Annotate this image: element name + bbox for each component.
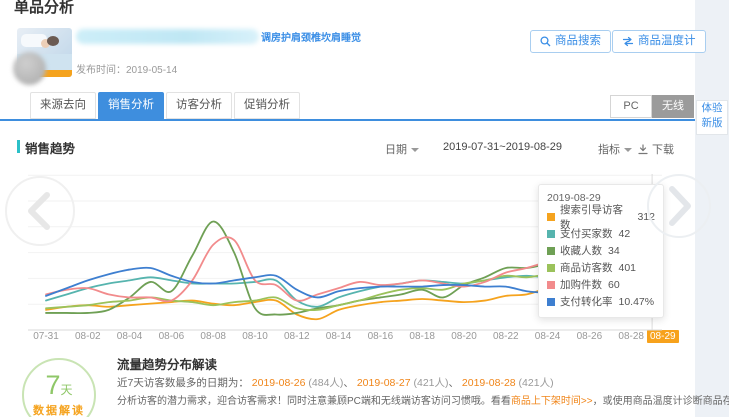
sales-trend-title: 销售趋势 bbox=[25, 138, 75, 157]
legend-swatch bbox=[547, 264, 555, 272]
chevron-down-icon bbox=[624, 148, 632, 152]
insight-badge: 7天 数据解读 bbox=[22, 358, 96, 417]
tooltip-metric-value: 34 bbox=[608, 245, 620, 257]
insight-line1-prefix: 近7天访客数最多的日期为： bbox=[117, 377, 249, 389]
avatar bbox=[13, 52, 46, 85]
tooltip-metric-label: 商品访客数 bbox=[560, 260, 613, 275]
try-new-version-button[interactable]: 体验 新版 bbox=[696, 100, 728, 135]
top-dates: 2019-08-26 (484人)、 2019-08-27 (421人)、 20… bbox=[249, 377, 554, 389]
tooltip-metric-value: 60 bbox=[608, 279, 620, 291]
tooltip-metric-value: 42 bbox=[619, 228, 631, 240]
tab-underline bbox=[0, 119, 695, 121]
carousel-prev-button[interactable] bbox=[2, 173, 78, 249]
thumbnail-art bbox=[47, 36, 59, 46]
top-date: 2019-08-26 bbox=[249, 377, 306, 389]
circle-outline bbox=[648, 175, 710, 237]
tooltip-metric-value: 10.47% bbox=[619, 296, 655, 308]
metric-filter-label: 指标 bbox=[598, 141, 620, 157]
tab-1[interactable]: 销售分析 bbox=[98, 92, 164, 119]
single-product-analysis-page: 体验 新版 单品分析 调房护肩颈椎坎肩睡觉 发布时间：2019-05-14 商品… bbox=[0, 0, 729, 417]
product-thermometer-label: 商品温度计 bbox=[638, 31, 696, 52]
tab-0[interactable]: 来源去向 bbox=[30, 92, 96, 119]
product-thermometer-button[interactable]: 商品温度计 bbox=[612, 30, 706, 53]
tooltip-row: 商品访客数 401 bbox=[547, 259, 655, 276]
thermometer-swap-icon bbox=[622, 36, 634, 47]
product-title-redacted-blur bbox=[76, 29, 259, 44]
badge-days-number: 7 bbox=[45, 370, 60, 400]
badge-caption: 数据解读 bbox=[24, 402, 94, 417]
download-button[interactable]: 下载 bbox=[638, 141, 674, 157]
top-date-count: (421人) bbox=[411, 377, 449, 389]
tooltip-metric-label: 收藏人数 bbox=[560, 243, 602, 258]
legend-swatch bbox=[547, 281, 555, 289]
insight-line2-part2: ，或使用商品温度计诊断商品存在什么问题吧。 bbox=[593, 396, 729, 407]
tooltip-row: 支付买家数 42 bbox=[547, 225, 655, 242]
section-marker bbox=[17, 140, 20, 153]
tab-bar: 来源去向销售分析访客分析促销分析 bbox=[30, 92, 302, 119]
tooltip-metric-label: 支付买家数 bbox=[560, 226, 613, 241]
chevron-left-icon bbox=[31, 195, 47, 227]
separator: 、 bbox=[449, 377, 460, 389]
publish-time-value: 2019-05-14 bbox=[126, 65, 177, 76]
circle-outline bbox=[6, 177, 74, 245]
tooltip-row: 支付转化率 10.47% bbox=[547, 293, 655, 310]
product-search-button[interactable]: 商品搜索 bbox=[530, 30, 611, 53]
product-title-link[interactable]: 调房护肩颈椎坎肩睡觉 bbox=[261, 29, 361, 44]
tooltip-row: 收藏人数 34 bbox=[547, 242, 655, 259]
tooltip-row: 搜索引导访客数312 bbox=[547, 208, 655, 225]
top-date: 2019-08-27 bbox=[354, 377, 411, 389]
tab-2[interactable]: 访客分析 bbox=[166, 92, 232, 119]
new-version-line2: 新版 bbox=[697, 116, 727, 131]
insight-line2-part1: 分析访客的潜力需求，迎合访客需求！同时注意兼顾PC端和无线端访客访问习惯哦。看看 bbox=[117, 396, 511, 407]
carousel-next-button[interactable] bbox=[645, 172, 713, 240]
insight-line2: 分析访客的潜力需求，迎合访客需求！同时注意兼顾PC端和无线端访客访问习惯哦。看看… bbox=[117, 392, 729, 407]
chevron-down-icon bbox=[411, 148, 419, 152]
tooltip-metric-label: 支付转化率 bbox=[560, 294, 613, 309]
download-label: 下载 bbox=[652, 141, 674, 157]
insight-line1: 近7天访客数最多的日期为： 2019-08-26 (484人)、 2019-08… bbox=[117, 375, 554, 390]
legend-swatch bbox=[547, 247, 555, 255]
tooltip-row: 加购件数 60 bbox=[547, 276, 655, 293]
top-date: 2019-08-28 bbox=[459, 377, 516, 389]
toggle-pc[interactable]: PC bbox=[610, 95, 652, 118]
search-icon bbox=[540, 36, 551, 47]
badge-days-unit: 天 bbox=[61, 383, 73, 397]
separator: 、 bbox=[343, 377, 354, 389]
tooltip-rows: 搜索引导访客数312支付买家数 42 收藏人数 34 商品访客数 401 加购件数 60 支付转… bbox=[547, 208, 655, 310]
product-search-label: 商品搜索 bbox=[555, 31, 601, 52]
insight-title: 流量趋势分布解读 bbox=[117, 354, 217, 373]
date-filter-dropdown[interactable]: 日期 bbox=[385, 141, 419, 157]
badge-days: 7天 bbox=[24, 370, 94, 401]
toggle-wireless[interactable]: 无线 bbox=[652, 95, 694, 118]
top-date-count: (421人) bbox=[516, 377, 554, 389]
tooltip-metric-value: 401 bbox=[619, 262, 637, 274]
publish-time-label: 发布时间： bbox=[76, 65, 126, 76]
date-filter-label: 日期 bbox=[385, 141, 407, 157]
device-toggle: PC 无线 bbox=[610, 95, 694, 118]
date-range-value[interactable]: 2019-07-31~2019-08-29 bbox=[443, 141, 562, 153]
tab-3[interactable]: 促销分析 bbox=[234, 92, 300, 119]
legend-swatch bbox=[547, 230, 555, 238]
publish-time: 发布时间：2019-05-14 bbox=[76, 61, 177, 76]
new-version-line1: 体验 bbox=[697, 101, 727, 116]
metric-filter-dropdown[interactable]: 指标 bbox=[598, 141, 632, 157]
onsale-time-link[interactable]: 商品上下架时间>> bbox=[511, 396, 593, 407]
top-date-count: (484人) bbox=[305, 377, 343, 389]
legend-swatch bbox=[547, 213, 555, 221]
page-title: 单品分析 bbox=[14, 0, 74, 17]
chevron-right-icon bbox=[672, 189, 688, 223]
legend-swatch bbox=[547, 298, 555, 306]
download-icon bbox=[638, 144, 648, 155]
tooltip-metric-label: 加购件数 bbox=[560, 277, 602, 292]
